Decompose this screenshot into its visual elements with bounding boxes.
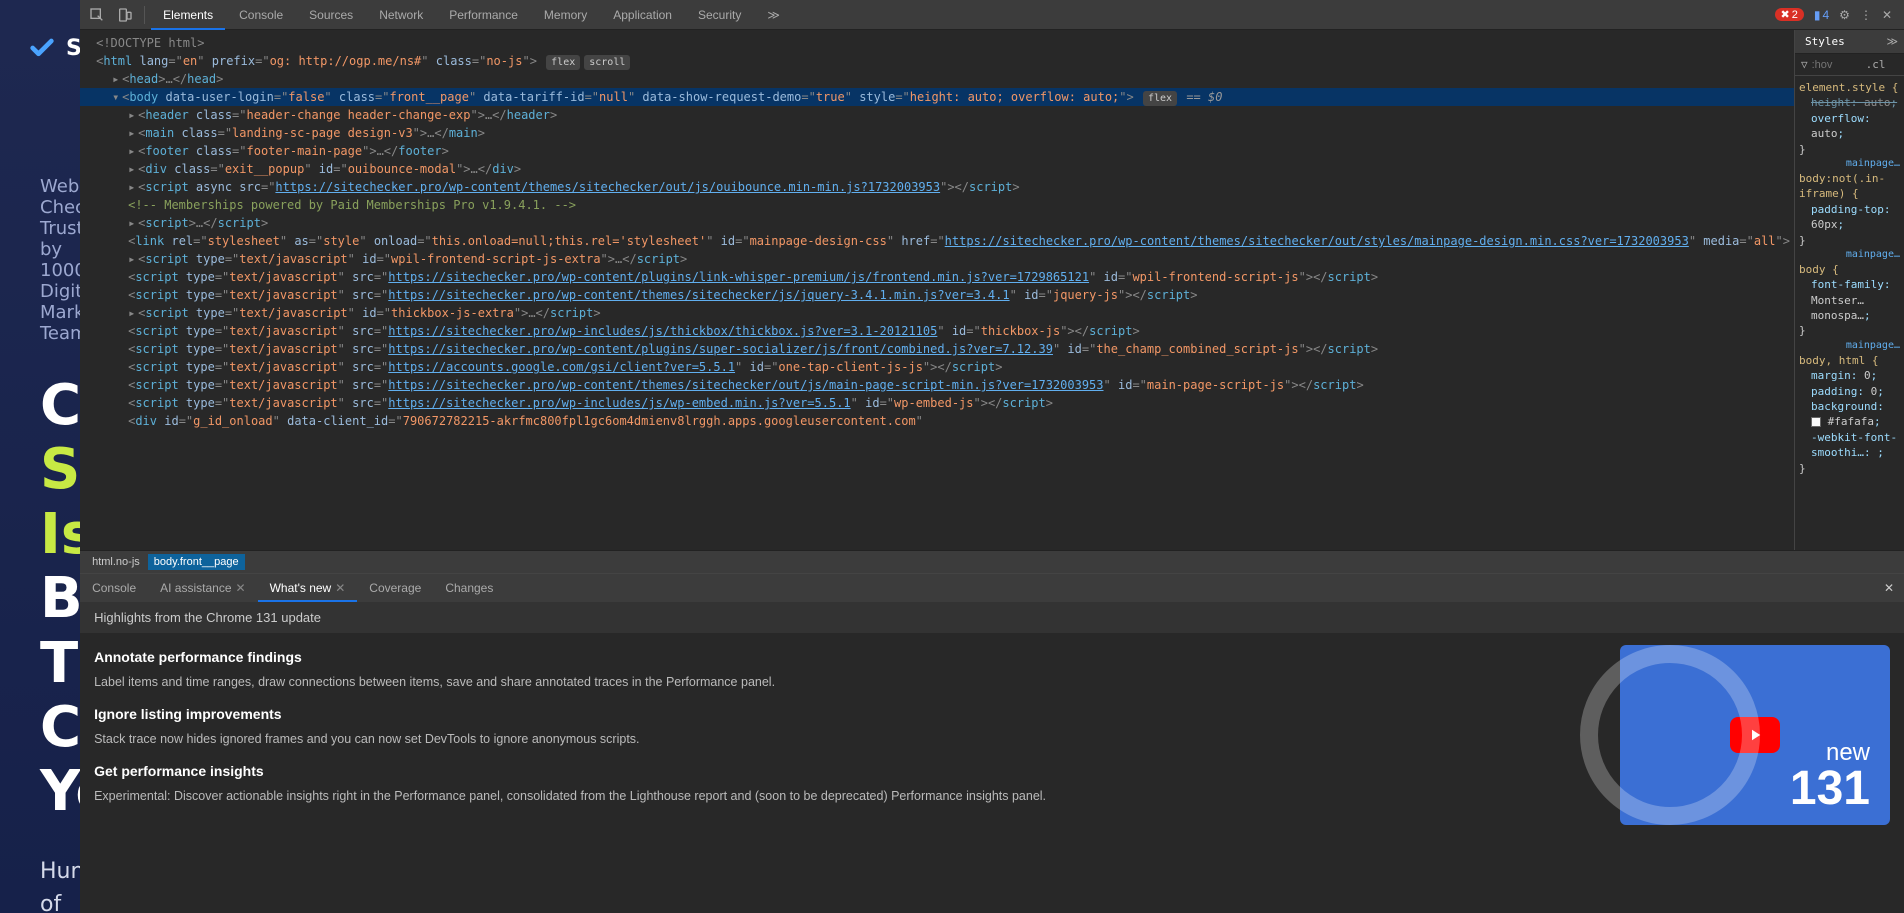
close-icon[interactable]: ✕ (1882, 8, 1892, 22)
elements-tree[interactable]: <!DOCTYPE html><html lang="en" prefix="o… (80, 30, 1794, 550)
brand-text: Sitechecker (66, 36, 80, 61)
tab-elements[interactable]: Elements (151, 0, 225, 30)
styles-tab[interactable]: Styles (1795, 30, 1855, 53)
kebab-icon[interactable]: ⋮ (1860, 8, 1872, 22)
devtools-panel: Elements Console Sources Network Perform… (80, 0, 1904, 913)
whatsnew-panel: Highlights from the Chrome 131 update An… (80, 602, 1904, 913)
hero-section: Website Checker Trusted by 1000+ Digital… (0, 96, 80, 913)
tab-console[interactable]: Console (227, 0, 295, 30)
error-badge[interactable]: ✖ 2 (1775, 8, 1804, 21)
devtools-tabs: Elements Console Sources Network Perform… (80, 0, 1904, 30)
drawer-tab-changes[interactable]: Changes (433, 574, 505, 602)
styles-filter: ▽ .cl (1795, 54, 1904, 76)
drawer-tab-whatsnew[interactable]: What's new ✕ (258, 574, 358, 602)
crumb-body[interactable]: body.front__page (148, 554, 245, 570)
crumb-html[interactable]: html.no-js (86, 554, 146, 570)
brand-logo[interactable]: Sitechecker (28, 34, 80, 62)
dom-breadcrumb: html.no-js body.front__page (80, 550, 1904, 573)
warn-badge[interactable]: ▮4 (1814, 8, 1829, 22)
filter-input[interactable] (1812, 59, 1862, 71)
whatsnew-banner: Highlights from the Chrome 131 update (80, 602, 1904, 633)
tab-application[interactable]: Application (601, 0, 684, 30)
drawer-close-icon[interactable]: ✕ (1874, 581, 1904, 595)
tab-sources[interactable]: Sources (297, 0, 365, 30)
tab-memory[interactable]: Memory (532, 0, 599, 30)
video-thumbnail[interactable]: new131 (1620, 645, 1890, 825)
site-header: Sitechecker Book a demo Get started (0, 0, 80, 96)
website-viewport: Sitechecker Book a demo Get started Webs… (0, 0, 80, 913)
drawer-tabs: Console AI assistance ✕ What's new ✕ Cov… (80, 574, 1904, 602)
tab-network[interactable]: Network (367, 0, 435, 30)
device-icon[interactable] (112, 2, 138, 28)
drawer-tab-console[interactable]: Console (80, 574, 148, 602)
tab-more[interactable]: ≫ (755, 0, 792, 30)
check-icon (28, 34, 56, 62)
drawer: Console AI assistance ✕ What's new ✕ Cov… (80, 573, 1904, 913)
drawer-tab-coverage[interactable]: Coverage (357, 574, 433, 602)
filter-icon[interactable]: ▽ (1801, 58, 1808, 71)
gear-icon[interactable]: ⚙ (1839, 8, 1850, 22)
styles-panel: Styles≫ ▽ .cl element.style {height: aut… (1794, 30, 1904, 550)
tab-security[interactable]: Security (686, 0, 753, 30)
styles-rules[interactable]: element.style {height: auto;overflow: au… (1795, 76, 1904, 550)
drawer-tab-ai[interactable]: AI assistance ✕ (148, 574, 257, 602)
inspect-icon[interactable] (84, 2, 110, 28)
tab-performance[interactable]: Performance (437, 0, 530, 30)
